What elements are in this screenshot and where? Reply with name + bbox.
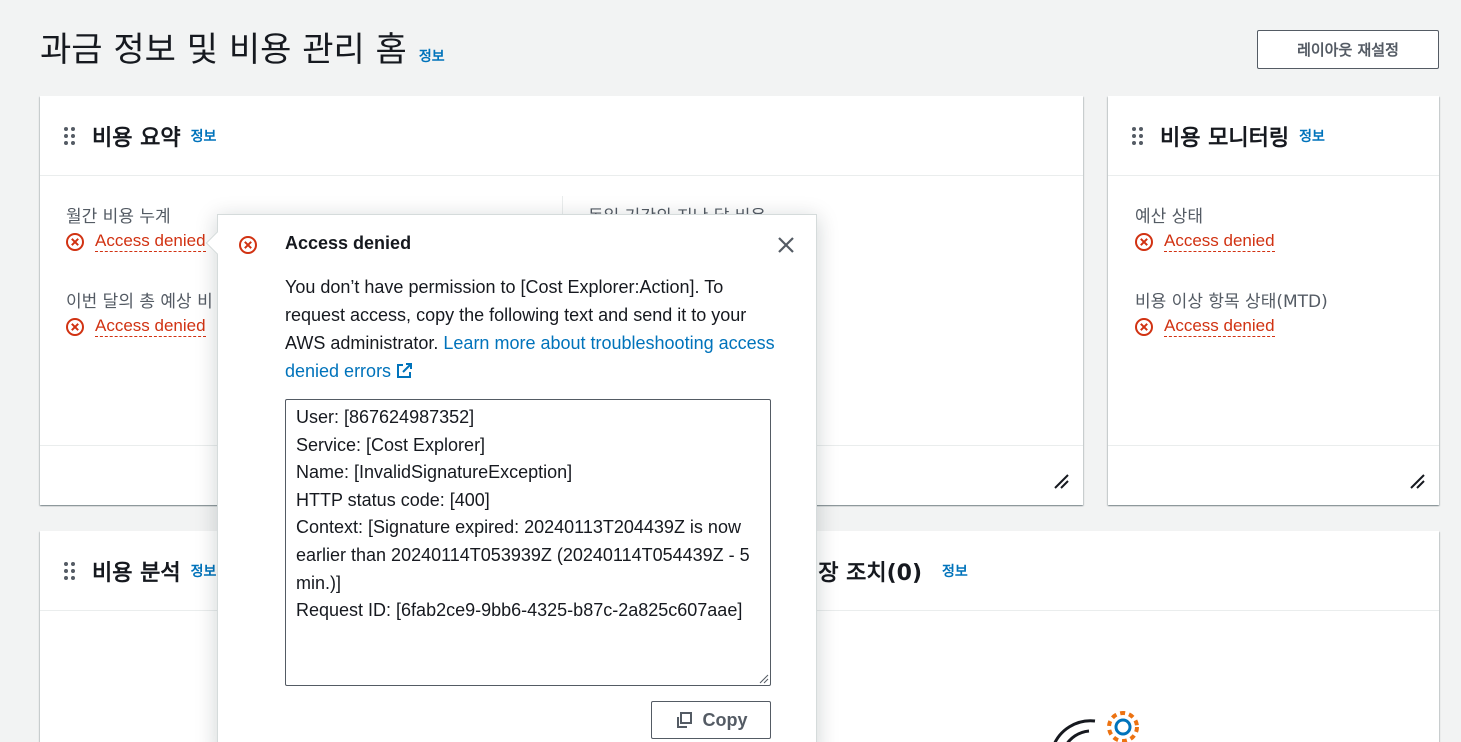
cost-summary-title: 비용 요약 — [92, 125, 181, 151]
settings-gear-illustration-icon — [1053, 711, 1139, 742]
drag-handle-icon[interactable] — [64, 126, 76, 145]
access-denied-text: Access denied — [95, 316, 206, 337]
close-icon[interactable] — [776, 235, 796, 255]
anomaly-access-denied[interactable]: Access denied — [1134, 316, 1275, 337]
cost-analysis-title: 비용 분석 — [92, 560, 181, 586]
anomaly-status-label: 비용 이상 항목 상태(MTD) — [1135, 292, 1328, 312]
copy-button[interactable]: Copy — [651, 701, 771, 739]
cost-monitoring-panel: 비용 모니터링 정보 예산 상태 Access denied 비용 이상 항목 … — [1108, 96, 1439, 505]
copy-icon — [676, 712, 692, 728]
forecast-label: 이번 달의 총 예상 비 — [66, 292, 213, 312]
access-denied-text: Access denied — [95, 231, 206, 252]
cost-analysis-info-link[interactable]: 정보 — [191, 561, 217, 581]
access-denied-popover: Access denied You don’t have permission … — [205, 214, 817, 742]
resize-handle-icon[interactable] — [1053, 473, 1069, 489]
month-to-date-access-denied[interactable]: Access denied — [65, 231, 206, 252]
cost-monitoring-info-link[interactable]: 정보 — [1299, 126, 1325, 146]
cost-monitoring-title: 비용 모니터링 — [1160, 125, 1290, 151]
page-info-link[interactable]: 정보 — [419, 46, 445, 66]
popover-message: You don’t have permission to [Cost Explo… — [285, 273, 785, 385]
month-to-date-label: 월간 비용 누계 — [66, 207, 171, 227]
popover-title: Access denied — [285, 233, 412, 253]
budget-access-denied[interactable]: Access denied — [1134, 231, 1275, 252]
page-header: 과금 정보 및 비용 관리 홈 정보 — [40, 22, 445, 71]
drag-handle-icon[interactable] — [1132, 126, 1144, 145]
error-details-textarea[interactable]: User: [867624987352] Service: [Cost Expl… — [285, 399, 771, 686]
cost-summary-info-link[interactable]: 정보 — [191, 126, 217, 146]
error-icon — [66, 317, 84, 336]
budget-status-label: 예산 상태 — [1135, 207, 1203, 227]
error-icon — [1135, 232, 1153, 251]
drag-handle-icon[interactable] — [64, 561, 76, 580]
external-link-icon — [397, 363, 413, 378]
cost-summary-header: 비용 요약 정보 — [40, 96, 1083, 176]
column-divider — [562, 196, 563, 216]
error-icon — [66, 232, 84, 251]
recommended-actions-info-link[interactable]: 정보 — [942, 561, 968, 581]
access-denied-text: Access denied — [1164, 231, 1275, 252]
access-denied-text: Access denied — [1164, 316, 1275, 337]
recommended-actions-header: 권장 조치(0) 정보 — [798, 555, 968, 587]
page-title: 과금 정보 및 비용 관리 홈 — [40, 30, 407, 70]
error-icon — [239, 236, 257, 254]
forecast-access-denied[interactable]: Access denied — [65, 316, 206, 337]
cost-monitoring-footer — [1108, 445, 1439, 505]
textarea-resize-icon[interactable] — [759, 674, 769, 684]
reset-layout-button[interactable]: 레이아웃 재설정 — [1257, 30, 1439, 69]
resize-handle-icon[interactable] — [1409, 473, 1425, 489]
cost-monitoring-header: 비용 모니터링 정보 — [1108, 96, 1439, 176]
error-icon — [1135, 317, 1153, 336]
copy-button-label: Copy — [702, 709, 748, 730]
